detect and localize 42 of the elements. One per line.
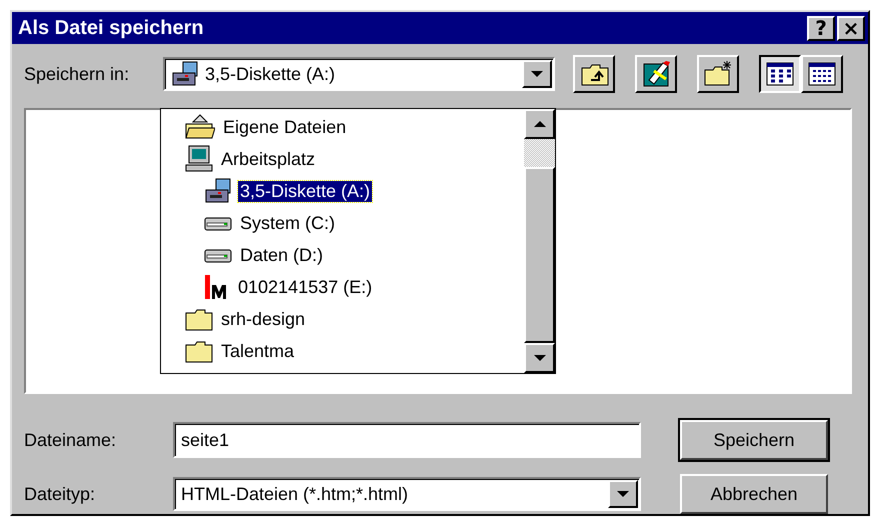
new-folder-icon: [703, 60, 733, 88]
scroll-up-button[interactable]: [524, 109, 555, 139]
pencil-button[interactable]: [635, 55, 677, 93]
up-folder-button[interactable]: [573, 55, 615, 93]
dropdown-item[interactable]: 0102141537 (E:): [236, 276, 374, 298]
dropdown-value: HTML-Dateien (*.htm;*.html): [181, 484, 408, 504]
pencil-icon: [641, 60, 671, 88]
field-label: Dateityp:: [24, 484, 96, 504]
cancel-button[interactable]: Abbrechen: [680, 474, 828, 514]
down-arrow-icon: [616, 490, 630, 498]
dropdown-item[interactable]: Eigene Dateien: [221, 116, 348, 138]
dropdown-item[interactable]: Talentma: [219, 340, 296, 362]
computer-icon: [185, 145, 213, 173]
down-arrow-icon: [532, 354, 546, 362]
details-view-icon: [807, 60, 837, 88]
scroll-down-button[interactable]: [524, 343, 555, 373]
dropdown-item[interactable]: System (C:): [238, 212, 338, 234]
open-folder-icon: [185, 114, 215, 140]
filetype-dropdown[interactable]: HTML-Dateien (*.htm;*.html): [173, 477, 641, 511]
floppy-drive-icon: [171, 61, 199, 87]
new-folder-button[interactable]: [697, 55, 739, 93]
dropdown-item[interactable]: srh-design: [219, 308, 308, 330]
dropdown-item[interactable]: Arbeitsplatz: [219, 148, 318, 170]
floppy-drive-icon: [204, 178, 232, 204]
filename-field[interactable]: seite1: [173, 422, 641, 458]
up-arrow-icon: [532, 120, 546, 128]
dropdown-item[interactable]: 3,5-Diskette (A:): [238, 180, 372, 202]
field-label: Dateiname:: [24, 430, 118, 450]
save-button[interactable]: Speichern: [680, 420, 828, 460]
list-view-button[interactable]: [759, 55, 801, 93]
help-button[interactable]: ?: [807, 16, 835, 40]
folder-icon: [185, 307, 213, 331]
details-view-button[interactable]: [801, 55, 843, 93]
close-button[interactable]: ×: [837, 16, 865, 40]
dropdown-item[interactable]: Daten (D:): [238, 244, 326, 266]
folder-icon: [185, 339, 213, 363]
down-arrow-icon: [530, 70, 544, 78]
list-view-icon: [765, 60, 795, 88]
field-label: Speichern in:: [24, 64, 130, 84]
location-dropdown[interactable]: 3,5-Diskette (A:): [163, 57, 555, 91]
window-title: Als Datei speichern: [18, 16, 205, 40]
dropdown-value: 3,5-Diskette (A:): [205, 64, 336, 84]
